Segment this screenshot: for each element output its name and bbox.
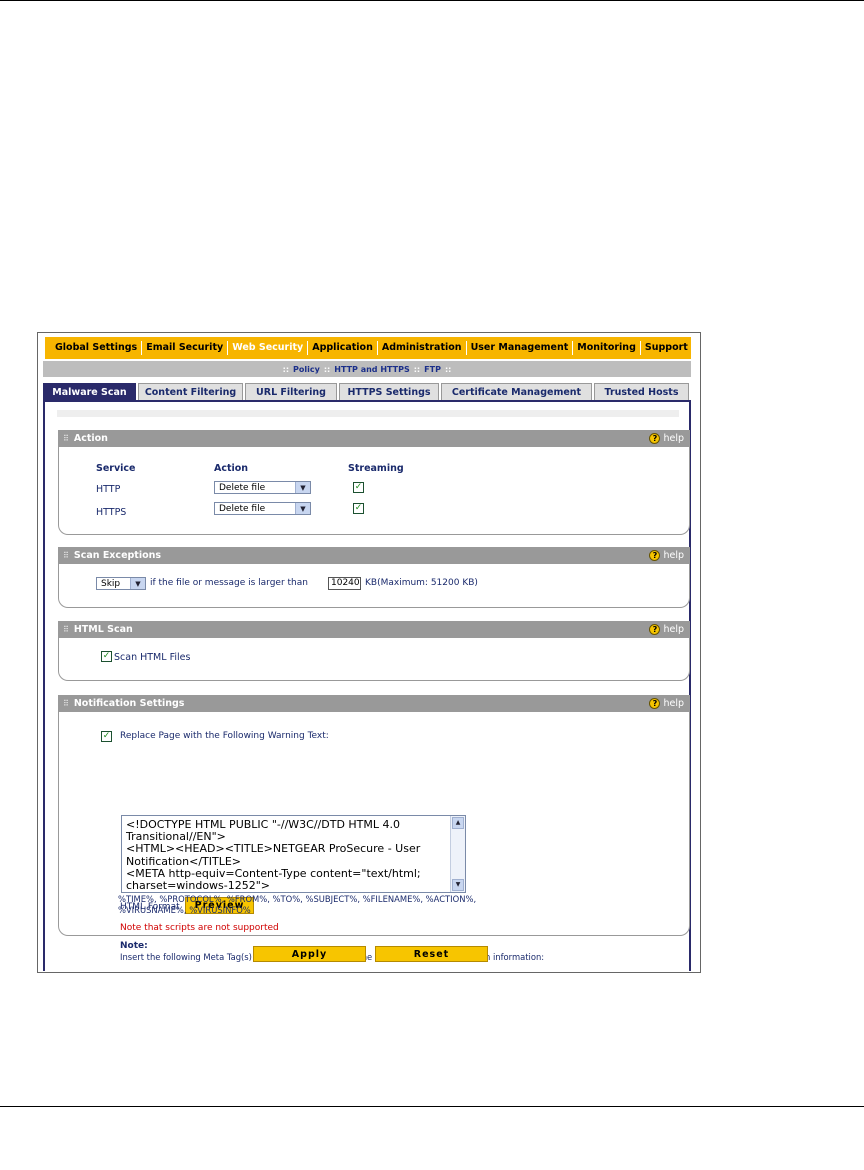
sub-nav-http-https[interactable]: HTTP and HTTPS xyxy=(333,365,410,374)
tab-malware-scan[interactable]: Malware Scan xyxy=(43,383,136,400)
help-link[interactable]: ? help xyxy=(649,624,684,635)
help-label: help xyxy=(663,433,684,444)
nav-user-management[interactable]: User Management xyxy=(465,341,573,355)
help-label: help xyxy=(663,624,684,635)
chevron-down-icon: ▼ xyxy=(295,503,310,514)
help-label: help xyxy=(663,550,684,561)
scan-exception-select[interactable]: Skip ▼ xyxy=(96,577,146,590)
service-http-label: HTTP xyxy=(96,484,121,495)
section-body-html-scan: ✓ Scan HTML Files xyxy=(58,638,690,681)
sub-nav-separator: :: xyxy=(323,364,331,374)
tab-https-settings[interactable]: HTTPS Settings xyxy=(339,383,439,400)
section-title: Scan Exceptions xyxy=(73,550,162,561)
column-header-service: Service xyxy=(96,463,136,474)
scrollbar[interactable]: ▲ ▼ xyxy=(450,816,465,892)
tab-bar: Malware Scan Content Filtering URL Filte… xyxy=(43,383,691,401)
size-limit-input[interactable]: 10240 xyxy=(328,577,361,590)
nav-support[interactable]: Support xyxy=(639,341,692,355)
nav-application[interactable]: Application xyxy=(307,341,377,355)
help-icon: ? xyxy=(649,624,661,635)
grip-icon: ⠿ xyxy=(63,699,69,708)
nav-monitoring[interactable]: Monitoring xyxy=(572,341,640,355)
help-icon: ? xyxy=(649,698,661,709)
help-link[interactable]: ? help xyxy=(649,698,684,709)
section-header-action: ⠿ Action ? help xyxy=(58,430,690,447)
select-value: Delete file xyxy=(219,503,266,514)
sub-nav-separator: :: xyxy=(282,364,290,374)
grip-icon: ⠿ xyxy=(63,625,69,634)
replace-page-checkbox[interactable]: ✓ xyxy=(101,731,112,742)
sub-nav-separator: :: xyxy=(444,364,452,374)
nav-web-security[interactable]: Web Security xyxy=(227,341,307,355)
replace-page-label: Replace Page with the Following Warning … xyxy=(120,731,329,741)
apply-button[interactable]: Apply xyxy=(253,946,366,962)
tab-url-filtering[interactable]: URL Filtering xyxy=(245,383,337,400)
help-label: help xyxy=(663,698,684,709)
https-streaming-checkbox[interactable]: ✓ xyxy=(353,503,364,514)
tab-content: ⠿ Action ? help Service Action Streaming… xyxy=(43,400,691,971)
https-action-select[interactable]: Delete file ▼ xyxy=(214,502,311,515)
nav-email-security[interactable]: Email Security xyxy=(141,341,227,355)
column-header-action: Action xyxy=(214,463,249,474)
scroll-up-icon[interactable]: ▲ xyxy=(452,817,464,829)
tab-trusted-hosts[interactable]: Trusted Hosts xyxy=(594,383,689,400)
warning-text-area[interactable]: <!DOCTYPE HTML PUBLIC "-//W3C//DTD HTML … xyxy=(121,815,466,893)
note-line: %TIME%, %PROTOCOL%, %FROM%, %TO%, %SUBJE… xyxy=(118,894,477,904)
service-https-label: HTTPS xyxy=(96,507,127,518)
sub-nav: :: Policy :: HTTP and HTTPS :: FTP :: xyxy=(43,361,691,377)
top-shade xyxy=(57,410,679,417)
scan-html-checkbox[interactable]: ✓ xyxy=(101,651,112,662)
section-title: Action xyxy=(73,433,108,444)
select-value: Skip xyxy=(101,578,121,589)
chevron-down-icon: ▼ xyxy=(130,578,145,589)
scroll-down-icon[interactable]: ▼ xyxy=(452,879,464,891)
screenshot-frame: Global Settings Email Security Web Secur… xyxy=(37,332,701,973)
http-streaming-checkbox[interactable]: ✓ xyxy=(353,482,364,493)
http-action-select[interactable]: Delete file ▼ xyxy=(214,481,311,494)
sub-nav-separator: :: xyxy=(413,364,421,374)
note-line: %VIRUSNAME%, %VIRUSINFO% xyxy=(118,905,251,915)
help-link[interactable]: ? help xyxy=(649,550,684,561)
size-limit-text: if the file or message is larger than xyxy=(150,578,308,588)
reset-button[interactable]: Reset xyxy=(375,946,488,962)
sub-nav-policy[interactable]: Policy xyxy=(292,365,321,374)
help-link[interactable]: ? help xyxy=(649,433,684,444)
section-title: HTML Scan xyxy=(73,624,133,635)
section-body-action: Service Action Streaming HTTP Delete fil… xyxy=(58,447,690,535)
help-icon: ? xyxy=(649,433,661,444)
bottom-rule xyxy=(0,1106,864,1107)
warning-text: <!DOCTYPE HTML PUBLIC "-//W3C//DTD HTML … xyxy=(126,818,421,893)
tab-content-filtering[interactable]: Content Filtering xyxy=(138,383,243,400)
nav-global-settings[interactable]: Global Settings xyxy=(45,341,141,355)
help-icon: ? xyxy=(649,550,661,561)
section-title: Notification Settings xyxy=(73,698,185,709)
scan-html-label: Scan HTML Files xyxy=(114,652,191,663)
tab-certificate-management[interactable]: Certificate Management xyxy=(441,383,592,400)
main-nav: Global Settings Email Security Web Secur… xyxy=(43,337,691,359)
section-header-html-scan: ⠿ HTML Scan ? help xyxy=(58,621,690,638)
section-header-scan-exceptions: ⠿ Scan Exceptions ? help xyxy=(58,547,690,564)
nav-administration[interactable]: Administration xyxy=(376,341,466,355)
section-header-notification: ⠿ Notification Settings ? help xyxy=(58,695,690,712)
column-header-streaming: Streaming xyxy=(348,463,404,474)
size-limit-unit: KB(Maximum: 51200 KB) xyxy=(365,578,478,588)
chevron-down-icon: ▼ xyxy=(295,482,310,493)
grip-icon: ⠿ xyxy=(63,551,69,560)
sub-nav-ftp[interactable]: FTP xyxy=(423,365,442,374)
top-rule xyxy=(0,0,864,1)
note-title: Note: xyxy=(120,941,148,951)
scripts-note: Note that scripts are not supported xyxy=(120,923,279,933)
section-body-scan-exceptions: Skip ▼ if the file or message is larger … xyxy=(58,564,690,608)
grip-icon: ⠿ xyxy=(63,434,69,443)
select-value: Delete file xyxy=(219,482,266,493)
